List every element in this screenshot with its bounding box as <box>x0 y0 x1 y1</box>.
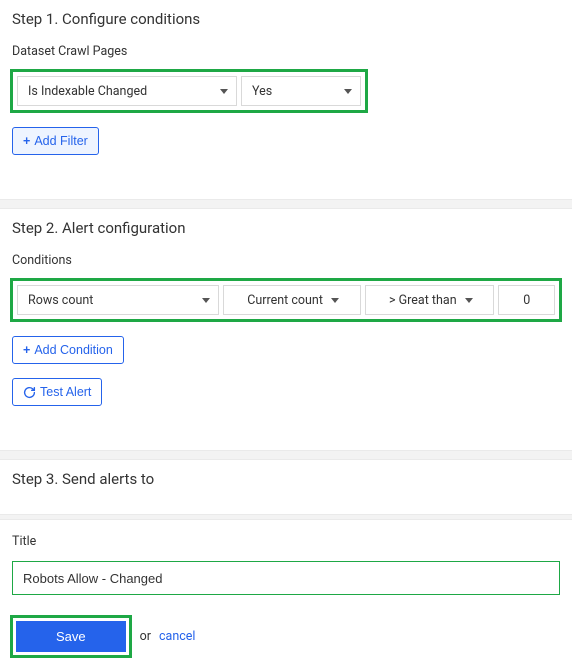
divider <box>0 199 572 209</box>
add-condition-button[interactable]: + Add Condition <box>12 336 124 364</box>
scope-value: Current count <box>247 293 323 308</box>
cancel-link[interactable]: cancel <box>159 629 195 644</box>
test-alert-button[interactable]: Test Alert <box>12 378 102 406</box>
operator-value: > Great than <box>389 293 457 308</box>
plus-icon: + <box>23 343 30 357</box>
step1-highlight: Is Indexable Changed Yes <box>10 69 368 113</box>
filter-field-select[interactable]: Is Indexable Changed <box>17 76 237 106</box>
chevron-down-icon <box>331 298 339 303</box>
divider <box>0 450 572 460</box>
chevron-down-icon <box>465 298 473 303</box>
metric-select[interactable]: Rows count <box>17 285 219 315</box>
filter-field-value: Is Indexable Changed <box>28 84 147 99</box>
refresh-icon <box>23 386 36 399</box>
scope-select[interactable]: Current count <box>223 285 361 315</box>
save-highlight: Save <box>10 615 132 658</box>
step1-header: Step 1. Configure conditions <box>0 0 572 36</box>
chevron-down-icon <box>202 298 210 303</box>
add-filter-button[interactable]: + Add Filter <box>12 127 99 155</box>
filter-value-text: Yes <box>252 84 272 99</box>
alert-title-input[interactable] <box>12 561 560 595</box>
step2-header: Step 2. Alert configuration <box>0 209 572 245</box>
title-label: Title <box>0 520 572 555</box>
chevron-down-icon <box>344 89 352 94</box>
plus-icon: + <box>23 134 30 148</box>
dataset-label: Dataset Crawl Pages <box>0 36 572 65</box>
operator-select[interactable]: > Great than <box>365 285 494 315</box>
step2-highlight: Rows count Current count > Great than 0 <box>10 278 562 322</box>
threshold-value: 0 <box>523 293 530 308</box>
save-button[interactable]: Save <box>16 621 126 652</box>
add-condition-label: Add Condition <box>34 343 113 357</box>
metric-value: Rows count <box>28 293 93 308</box>
step3-header: Step 3. Send alerts to <box>0 460 572 496</box>
add-filter-label: Add Filter <box>34 134 88 148</box>
or-text: or <box>140 629 151 644</box>
test-alert-label: Test Alert <box>40 385 91 399</box>
threshold-input[interactable]: 0 <box>498 285 555 315</box>
conditions-label: Conditions <box>0 245 572 274</box>
filter-value-select[interactable]: Yes <box>241 76 361 106</box>
chevron-down-icon <box>220 89 228 94</box>
